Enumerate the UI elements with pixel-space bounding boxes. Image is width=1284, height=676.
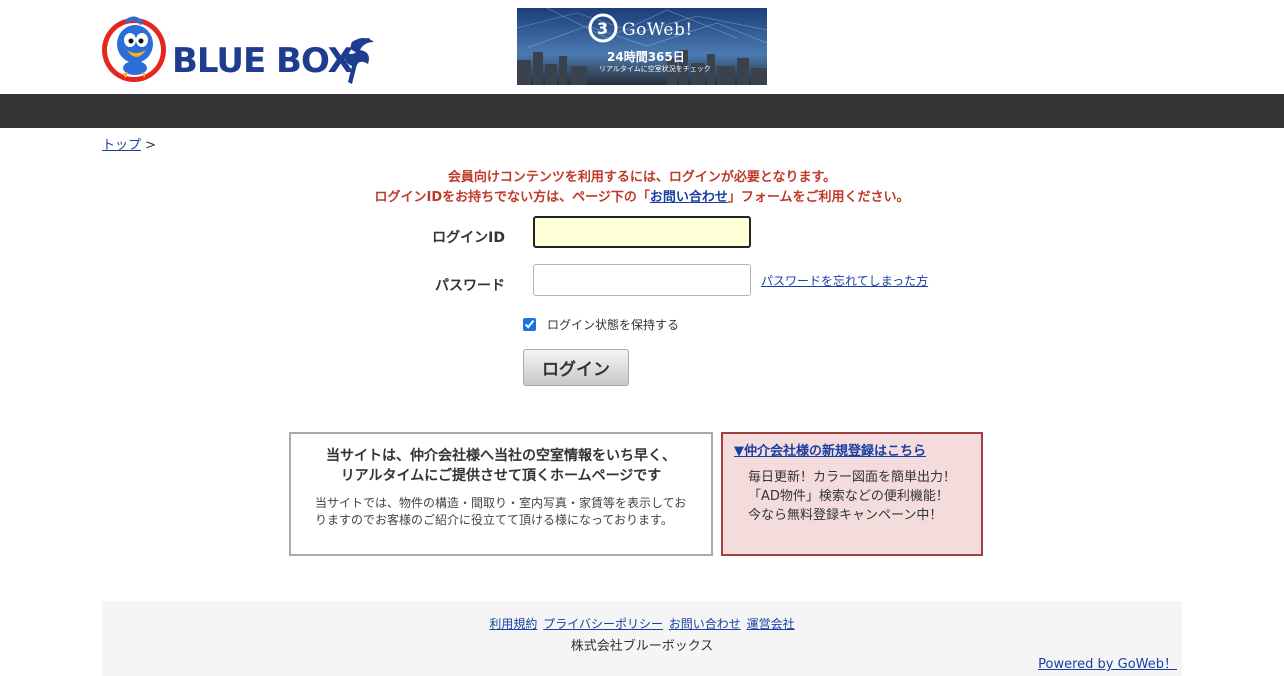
login-id-input[interactable] bbox=[533, 216, 751, 248]
info-box-title: 当サイトは、仲介会社様へ当社の空室情報をいち早く、 リアルタイムにご提供させて頂… bbox=[291, 446, 711, 486]
notice-line-2-prefix: ログインIDをお持ちでない方は、ページ下の「 bbox=[374, 190, 650, 205]
logo-text: BLUE BOX bbox=[172, 41, 354, 81]
footer-link-privacy[interactable]: プライバシーポリシー bbox=[543, 617, 663, 631]
svg-text:3: 3 bbox=[597, 19, 608, 38]
footer-link-company[interactable]: 運営会社 bbox=[747, 617, 795, 631]
breadcrumb: トップ > bbox=[102, 134, 156, 153]
info-box-title-line-2: リアルタイムにご提供させて頂くホームページです bbox=[340, 468, 662, 484]
notice-line-2: ログインIDをお持ちでない方は、ページ下の「お問い合わせ」フォームをご利用くださ… bbox=[0, 188, 1284, 208]
login-id-label: ログインID bbox=[432, 230, 505, 246]
register-box: ▼仲介会社様の新規登録はこちら 毎日更新！カラー図面を簡単出力！ 「AD物件」検… bbox=[721, 432, 983, 556]
notice-line-2-suffix: 」フォームをご利用ください。 bbox=[727, 190, 910, 205]
login-required-notice: 会員向けコンテンツを利用するには、ログインが必要となります。 ログインIDをお持… bbox=[0, 168, 1284, 208]
notice-line-1: 会員向けコンテンツを利用するには、ログインが必要となります。 bbox=[447, 170, 837, 185]
site-info-box: 当サイトは、仲介会社様へ当社の空室情報をいち早く、 リアルタイムにご提供させて頂… bbox=[289, 432, 713, 556]
goweb-banner[interactable]: 3 GoWeb! 24時間365日 リアルタイムに空室状況をチェック bbox=[517, 8, 767, 85]
footer-links: 利用規約 プライバシーポリシー お問い合わせ 運営会社 bbox=[102, 615, 1182, 632]
forgot-password-link[interactable]: パスワードを忘れてしまった方 bbox=[761, 272, 928, 289]
register-feature-1: 毎日更新！カラー図面を簡単出力！ bbox=[748, 470, 957, 485]
remember-login-row[interactable]: ログイン状態を保持する bbox=[523, 316, 679, 333]
register-link[interactable]: ▼仲介会社様の新規登録はこちら bbox=[734, 444, 926, 459]
banner-subtitle: 24時間365日 bbox=[607, 50, 685, 64]
global-navbar bbox=[0, 94, 1284, 128]
banner-small-text: リアルタイムに空室状況をチェック bbox=[599, 65, 711, 73]
powered-by-link[interactable]: Powered by GoWeb！ bbox=[1038, 653, 1177, 672]
blue-box-logo[interactable]: BLUE BOX bbox=[102, 12, 382, 88]
login-button[interactable]: ログイン bbox=[523, 349, 629, 386]
remember-login-checkbox[interactable] bbox=[523, 318, 536, 331]
remember-login-label: ログイン状態を保持する bbox=[547, 318, 680, 332]
banner-title: GoWeb! bbox=[622, 20, 693, 40]
breadcrumb-home-link[interactable]: トップ bbox=[102, 138, 141, 153]
footer-link-contact[interactable]: お問い合わせ bbox=[669, 617, 741, 631]
footer-company-name: 株式会社ブルーボックス bbox=[570, 639, 714, 654]
footer-link-terms[interactable]: 利用規約 bbox=[489, 617, 537, 631]
password-label: パスワード bbox=[435, 278, 505, 294]
site-header: BLUE BOX 3 GoWeb! 24時間365日 リアルタイムに空室状況をチ… bbox=[0, 0, 1284, 94]
site-footer: 利用規約 プライバシーポリシー お問い合わせ 運営会社 株式会社ブルーボックス … bbox=[102, 601, 1182, 676]
info-box-title-line-1: 当サイトは、仲介会社様へ当社の空室情報をいち早く、 bbox=[326, 448, 676, 464]
breadcrumb-separator: > bbox=[145, 138, 157, 153]
password-input[interactable] bbox=[533, 264, 751, 296]
register-feature-2: 「AD物件」検索などの便利機能！ bbox=[748, 489, 949, 504]
info-box-body: 当サイトでは、物件の構造・間取り・室内写真・家賃等を表示しておりますのでお客様の… bbox=[315, 496, 687, 527]
contact-link[interactable]: お問い合わせ bbox=[650, 190, 728, 205]
register-box-title: ▼仲介会社様の新規登録はこちら bbox=[734, 440, 926, 459]
register-feature-3: 今なら無料登録キャンペーン中！ bbox=[748, 508, 943, 523]
register-box-features: 毎日更新！カラー図面を簡単出力！ 「AD物件」検索などの便利機能！ 今なら無料登… bbox=[748, 468, 956, 525]
